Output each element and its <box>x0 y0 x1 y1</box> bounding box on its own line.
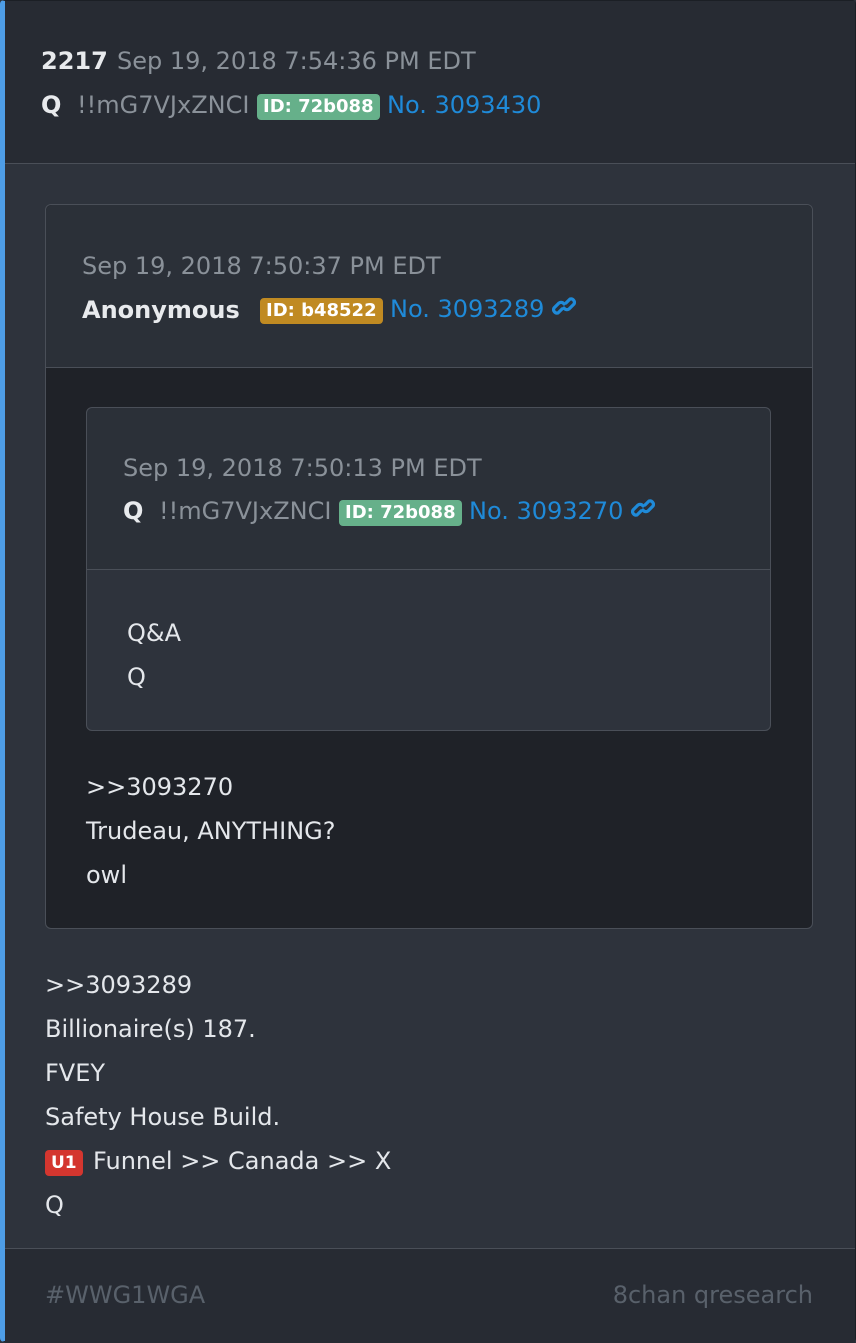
post-date: Sep 19, 2018 7:54:36 PM EDT <box>117 47 476 75</box>
post-line: Q <box>45 1191 64 1219</box>
post-link[interactable]: No. 3093430 <box>387 91 541 119</box>
post-tripcode: !!mG7VJxZNCI <box>77 91 250 119</box>
quoted-post-link[interactable]: No. 3093289 <box>390 295 577 323</box>
quoted-post: Sep 19, 2018 7:50:37 PM EDT Anonymous ID… <box>45 204 813 929</box>
nested-post-author: Q <box>123 497 144 525</box>
nested-quoted-post-header: Sep 19, 2018 7:50:13 PM EDT Q !!mG7VJxZN… <box>87 408 770 570</box>
nested-post-tripcode: !!mG7VJxZNCI <box>159 497 332 525</box>
nested-post-date: Sep 19, 2018 7:50:13 PM EDT <box>123 454 482 482</box>
post-card: 2217 Sep 19, 2018 7:54:36 PM EDT Q !!mG7… <box>0 0 856 1343</box>
nested-post-line: Q&A <box>127 619 182 647</box>
id-badge: ID: 72b088 <box>339 500 462 526</box>
post-header: 2217 Sep 19, 2018 7:54:36 PM EDT Q !!mG7… <box>5 1 855 164</box>
hashtag: #WWG1WGA <box>45 1281 206 1309</box>
quoted-post-date: Sep 19, 2018 7:50:37 PM EDT <box>82 252 441 280</box>
source-label: 8chan qresearch <box>612 1281 813 1309</box>
id-badge: ID: b48522 <box>260 298 383 324</box>
u1-badge: U1 <box>45 1150 83 1176</box>
quoted-post-reply-link[interactable]: >>3093270 <box>86 773 233 801</box>
post-number: 2217 <box>41 47 108 75</box>
quoted-post-line: Trudeau, ANYTHING? <box>86 817 336 845</box>
id-badge: ID: 72b088 <box>257 94 380 120</box>
post-line: Safety House Build. <box>45 1103 281 1131</box>
post-line: FVEY <box>45 1059 106 1087</box>
quoted-post-line: owl <box>86 861 127 889</box>
link-icon[interactable] <box>552 295 577 323</box>
post-reply-link[interactable]: >>3093289 <box>45 971 192 999</box>
quoted-post-header: Sep 19, 2018 7:50:37 PM EDT Anonymous ID… <box>46 205 812 368</box>
post-author: Q <box>41 91 62 119</box>
post-line: Billionaire(s) 187. <box>45 1015 256 1043</box>
nested-post-line: Q <box>127 663 146 691</box>
post-footer: #WWG1WGA 8chan qresearch <box>5 1248 855 1343</box>
quoted-post-author: Anonymous <box>82 296 240 324</box>
nested-post-link[interactable]: No. 3093270 <box>469 497 656 525</box>
link-icon[interactable] <box>631 497 656 525</box>
post-line: Funnel >> Canada >> X <box>93 1147 392 1175</box>
nested-quoted-post: Sep 19, 2018 7:50:13 PM EDT Q !!mG7VJxZN… <box>86 407 771 731</box>
